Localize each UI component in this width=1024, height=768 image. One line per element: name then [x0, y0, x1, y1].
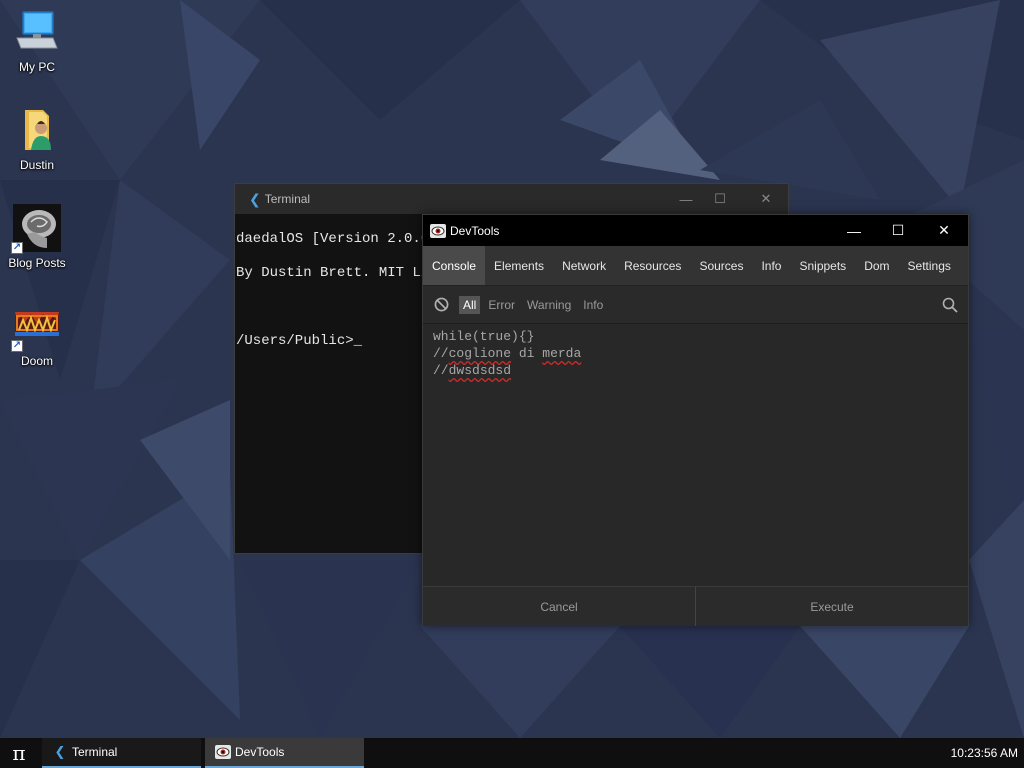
maximize-button[interactable]: ☐	[697, 184, 743, 214]
tab-snippets[interactable]: Snippets	[790, 246, 855, 285]
console-action-bar: Cancel Execute	[423, 586, 968, 626]
taskbar-entry-label: DevTools	[235, 745, 285, 759]
code-line: //coglione di merda	[433, 345, 958, 362]
tab-network[interactable]: Network	[553, 246, 615, 285]
code-line: while(true){}	[433, 329, 535, 344]
shortcut-arrow-icon: ↗	[11, 340, 23, 352]
doom-logo-icon: ↗	[11, 302, 61, 352]
close-button[interactable]: ✕	[921, 215, 967, 246]
tab-elements[interactable]: Elements	[485, 246, 553, 285]
tab-sources[interactable]: Sources	[690, 246, 752, 285]
devtools-eye-icon	[215, 744, 231, 760]
tab-info[interactable]: Info	[752, 246, 790, 285]
devtools-window[interactable]: DevTools — ☐ ✕ Console Elements Network …	[422, 214, 969, 626]
taskbar-entry-terminal[interactable]: ❮ Terminal	[42, 738, 201, 768]
devtools-titlebar[interactable]: DevTools — ☐ ✕	[423, 215, 968, 246]
close-button[interactable]: ✕	[743, 184, 789, 214]
desktop-icon-label: Doom	[20, 354, 53, 368]
tab-settings[interactable]: Settings	[899, 246, 960, 285]
desktop-icon-my-pc[interactable]: My PC	[4, 8, 70, 74]
filter-all[interactable]: All	[459, 295, 481, 314]
brain-mri-icon: ↗	[11, 204, 61, 254]
maximize-button[interactable]: ☐	[875, 215, 921, 246]
desktop-icon-blog-posts[interactable]: ↗ Blog Posts	[4, 204, 70, 270]
devtools-tab-bar: Console Elements Network Resources Sourc…	[423, 246, 968, 286]
misspelled-word: dwsdsdsd	[448, 363, 512, 378]
code-line: //dwsdsdsd	[433, 362, 958, 379]
search-icon[interactable]	[942, 297, 958, 313]
taskbar-entry-devtools[interactable]: DevTools	[205, 738, 364, 768]
desktop-icon-dustin[interactable]: Dustin	[4, 106, 70, 172]
tab-console[interactable]: Console	[423, 246, 486, 285]
taskbar: π ❮ Terminal DevTools 10:23:56 AM	[0, 738, 1024, 768]
computer-icon	[13, 8, 61, 56]
terminal-icon: ❮	[249, 190, 261, 207]
terminal-titlebar[interactable]: ❮ Terminal — ☐ ✕	[235, 184, 788, 214]
filter-warning[interactable]: Warning	[527, 298, 571, 312]
devtools-eye-icon	[430, 223, 446, 239]
clear-console-icon[interactable]	[434, 297, 449, 312]
console-code-editor[interactable]: while(true){} //coglione di merda //dwsdsd…	[423, 324, 968, 586]
execute-button[interactable]: Execute	[695, 587, 968, 626]
misspelled-word: merda	[542, 346, 582, 361]
desktop-icon-label: Blog Posts	[8, 256, 66, 270]
console-filter-bar: All Error Warning Info	[423, 286, 968, 324]
minimize-button[interactable]: —	[831, 215, 877, 246]
taskbar-entry-label: Terminal	[72, 745, 118, 759]
taskbar-clock[interactable]: 10:23:56 AM	[951, 738, 1018, 768]
code-line-text: //dwsdsdsd	[433, 363, 512, 378]
tab-dom[interactable]: Dom	[855, 246, 898, 285]
user-folder-icon	[13, 106, 61, 154]
filter-info[interactable]: Info	[583, 298, 603, 312]
code-line-text: //coglione di merda	[433, 346, 582, 361]
window-title: DevTools	[450, 223, 500, 238]
desktop-icon-label: Dustin	[19, 158, 54, 172]
misspelled-word: di	[518, 346, 535, 361]
misspelled-word: coglione	[448, 346, 512, 361]
window-title: Terminal	[264, 192, 311, 206]
filter-error[interactable]: Error	[488, 298, 515, 312]
start-button[interactable]: π	[0, 738, 38, 768]
desktop-icon-doom[interactable]: ↗ Doom	[4, 302, 70, 368]
shortcut-arrow-icon: ↗	[11, 242, 23, 254]
tab-resources[interactable]: Resources	[615, 246, 690, 285]
desktop-icon-label: My PC	[19, 60, 55, 74]
cancel-button[interactable]: Cancel	[423, 587, 695, 626]
terminal-icon: ❮	[54, 744, 66, 759]
